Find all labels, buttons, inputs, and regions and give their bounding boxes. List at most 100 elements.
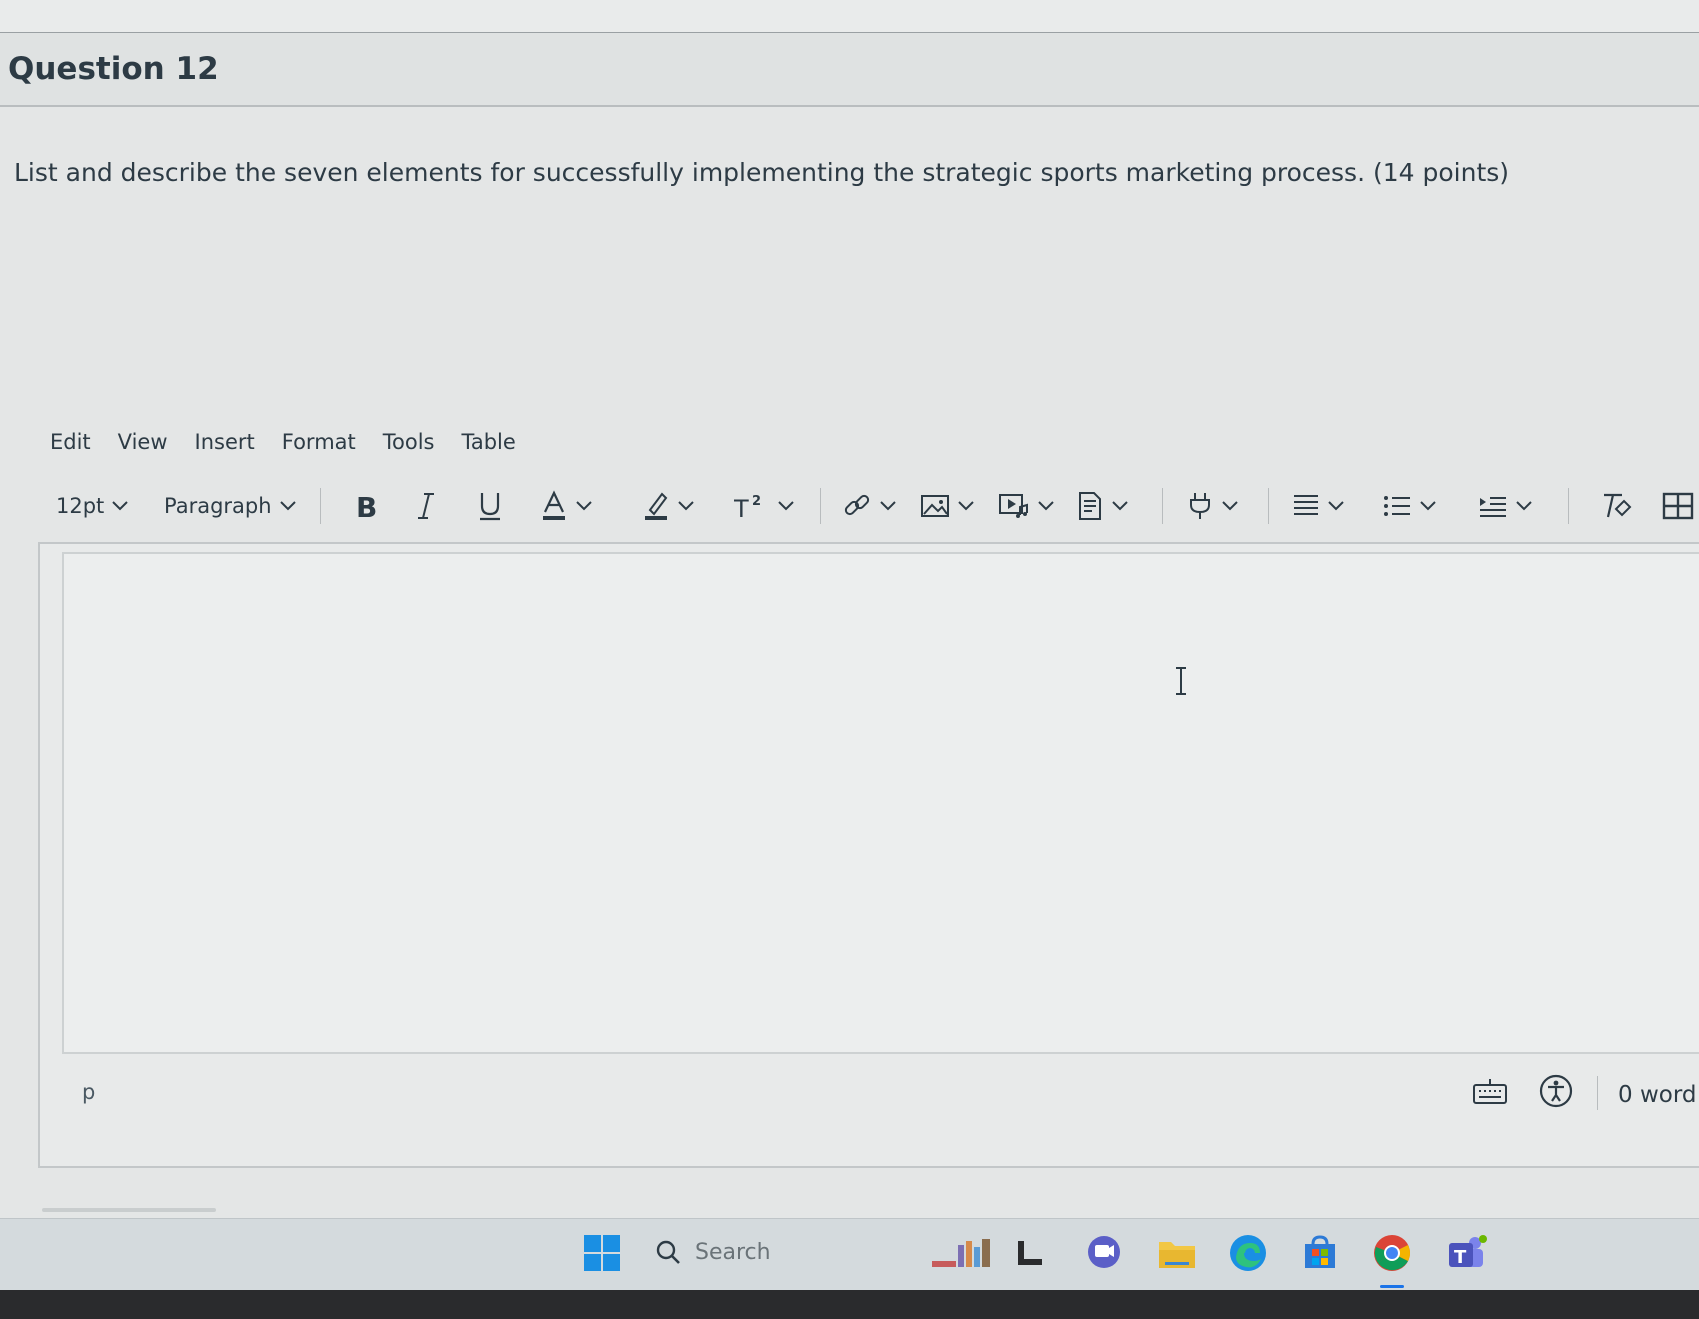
windows-taskbar: Search T [0, 1218, 1699, 1291]
svg-text:B: B [356, 491, 377, 521]
keyboard-icon[interactable] [1472, 1077, 1508, 1107]
superscript-button[interactable]: T2 [734, 484, 794, 528]
windows-start-icon [584, 1235, 620, 1271]
teams-button[interactable]: T [1444, 1231, 1488, 1275]
explorer-pane-icon [1018, 1241, 1042, 1265]
chevron-down-icon [678, 501, 694, 511]
chevron-down-icon [1516, 501, 1532, 511]
editor-toolbar: 12pt Paragraph B T2 [52, 484, 1699, 528]
indent-button[interactable] [1478, 484, 1532, 528]
store-icon [1305, 1235, 1335, 1268]
image-button[interactable] [920, 484, 974, 528]
plugin-icon [1190, 493, 1210, 519]
edge-icon [1230, 1235, 1266, 1271]
italic-button[interactable] [414, 484, 438, 528]
chrome-button[interactable] [1370, 1231, 1414, 1275]
browser-top-strip [0, 0, 1699, 33]
align-icon [1294, 495, 1318, 515]
toolbar-separator [320, 488, 321, 524]
widgets-button[interactable] [932, 1231, 992, 1275]
block-format-select[interactable]: Paragraph [164, 484, 296, 528]
chevron-down-icon [1038, 501, 1054, 511]
menu-table[interactable]: Table [462, 430, 516, 460]
toolbar-separator [820, 488, 821, 524]
menu-insert[interactable]: Insert [195, 430, 255, 460]
editor-frame: p 0 word [38, 542, 1699, 1168]
clear-formatting-button[interactable] [1600, 484, 1632, 528]
link-icon [844, 494, 870, 516]
editor-menubar: Edit View Insert Format Tools Table [50, 430, 543, 460]
search-placeholder: Search [695, 1239, 771, 1265]
menu-tools[interactable]: Tools [383, 430, 435, 460]
text-cursor-icon [1176, 667, 1186, 695]
page-tab-indicator [42, 1208, 216, 1212]
toolbar-separator [1268, 488, 1269, 524]
chevron-down-icon [1112, 501, 1128, 511]
block-format-value: Paragraph [164, 494, 272, 518]
menu-format[interactable]: Format [282, 430, 356, 460]
toolbar-separator [1568, 488, 1569, 524]
taskbar-search[interactable]: Search [655, 1229, 895, 1275]
status-separator [1597, 1076, 1598, 1110]
chevron-down-icon [778, 501, 794, 511]
image-icon [921, 495, 949, 517]
underline-button[interactable] [476, 484, 504, 528]
answer-editor[interactable] [62, 552, 1699, 1054]
chat-button[interactable] [1082, 1231, 1126, 1275]
screen-bezel [0, 1290, 1699, 1319]
store-button[interactable] [1298, 1231, 1342, 1275]
document-button[interactable] [1076, 484, 1128, 528]
bold-button[interactable]: B [352, 484, 380, 528]
font-size-value: 12pt [56, 494, 105, 518]
chevron-down-icon [1222, 501, 1238, 511]
bullet-list-icon [1384, 496, 1410, 516]
document-icon [1079, 492, 1101, 520]
table-button[interactable] [1662, 484, 1694, 528]
start-button[interactable] [580, 1231, 624, 1275]
link-button[interactable] [842, 484, 896, 528]
toolbar-separator [1162, 488, 1163, 524]
underline-icon [480, 493, 500, 521]
chevron-down-icon [958, 501, 974, 511]
chat-icon [1088, 1236, 1120, 1268]
edge-button[interactable] [1226, 1231, 1270, 1275]
word-count[interactable]: 0 word [1618, 1082, 1696, 1108]
chrome-icon [1374, 1235, 1410, 1271]
clear-formatting-icon [1604, 493, 1632, 518]
search-icon [656, 1240, 680, 1264]
file-explorer-icon [1159, 1242, 1195, 1268]
font-size-select[interactable]: 12pt [56, 484, 129, 528]
widgets-icon [932, 1239, 990, 1267]
question-prompt: List and describe the seven elements for… [14, 158, 1510, 187]
svg-text:T: T [734, 495, 749, 521]
active-app-indicator [1380, 1285, 1404, 1288]
file-explorer-button[interactable] [1155, 1231, 1199, 1275]
accessibility-icon[interactable] [1538, 1073, 1574, 1109]
text-color-button[interactable] [540, 484, 592, 528]
bold-icon: B [356, 491, 377, 521]
svg-text:T: T [1454, 1247, 1467, 1268]
align-button[interactable] [1292, 484, 1344, 528]
teams-icon: T [1449, 1235, 1487, 1268]
app-l-button[interactable] [1008, 1231, 1052, 1275]
highlight-button[interactable] [642, 484, 694, 528]
menu-edit[interactable]: Edit [50, 430, 91, 460]
chevron-down-icon [880, 501, 896, 511]
question-header: Question 12 [0, 33, 1699, 107]
superscript-icon: T2 [734, 494, 761, 521]
media-icon [999, 494, 1028, 518]
table-icon [1662, 492, 1694, 520]
media-button[interactable] [998, 484, 1054, 528]
chevron-down-icon [1328, 501, 1344, 511]
menu-view[interactable]: View [118, 430, 168, 460]
plugin-button[interactable] [1186, 484, 1238, 528]
text-color-icon [543, 490, 565, 520]
bullet-list-button[interactable] [1382, 484, 1436, 528]
chevron-down-icon [279, 501, 296, 511]
italic-icon [418, 493, 434, 519]
question-title: Question 12 [8, 51, 219, 87]
indent-icon [1480, 497, 1506, 517]
element-path[interactable]: p [82, 1080, 95, 1104]
highlight-icon [645, 492, 668, 520]
chevron-down-icon [1420, 501, 1436, 511]
